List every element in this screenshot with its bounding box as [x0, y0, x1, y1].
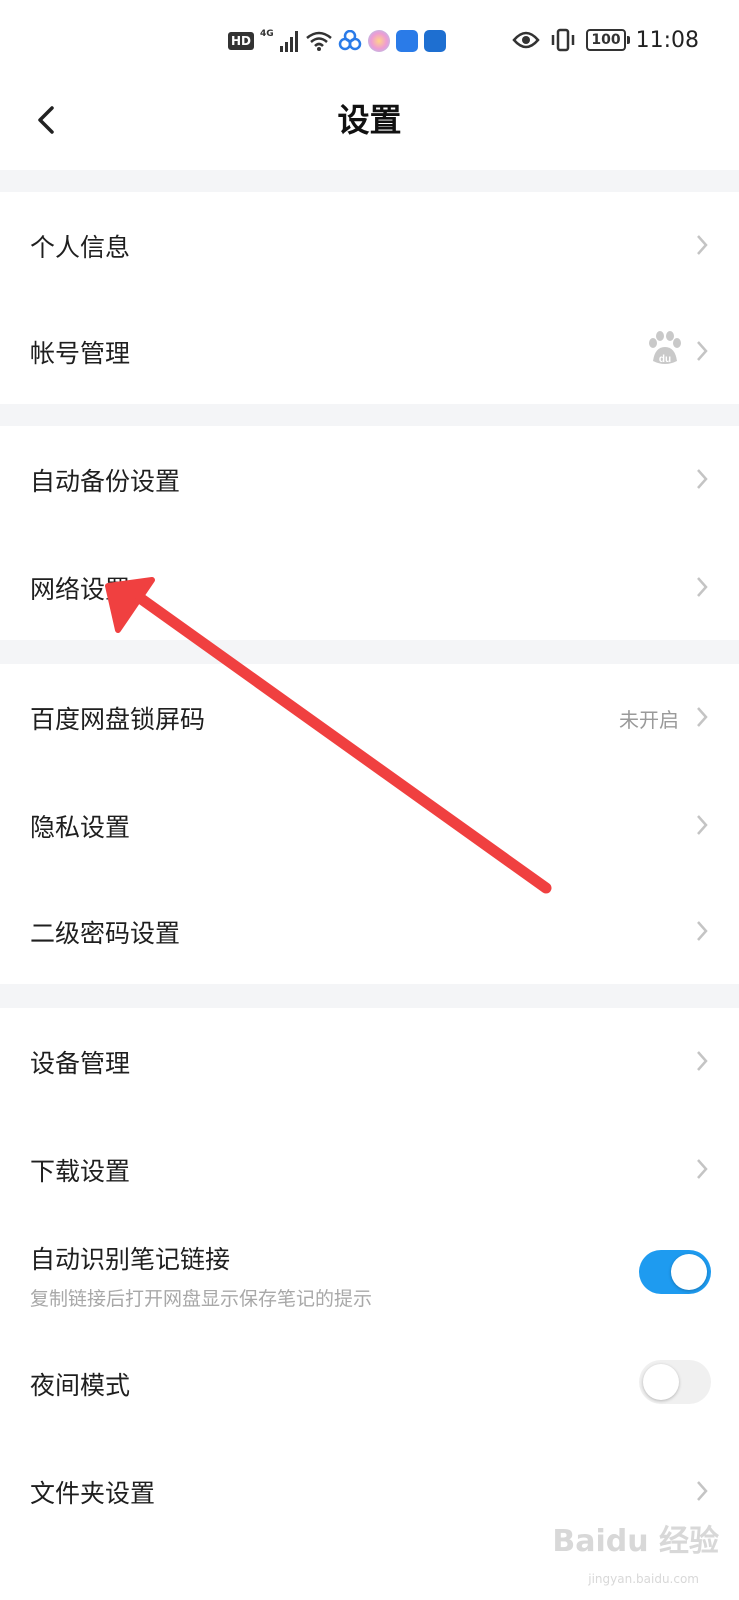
- weather-app-icon: [423, 30, 446, 52]
- vibrate-icon: [552, 28, 575, 52]
- baidu-netdisk-app-icon: [338, 30, 361, 51]
- settings-item-network[interactable]: 网络设置: [0, 532, 739, 640]
- settings-item-night-mode: 夜间模式: [0, 1330, 739, 1436]
- chevron-right-icon: [697, 1481, 708, 1501]
- chevron-right-icon: [697, 1051, 708, 1071]
- settings-item-device-management[interactable]: 设备管理: [0, 1008, 739, 1114]
- wifi-icon: [305, 31, 332, 51]
- header: 设置: [0, 80, 739, 170]
- baidu-jingyan-watermark: Baidu 经验: [552, 1524, 719, 1559]
- settings-item-label: 自动备份设置: [30, 467, 181, 496]
- battery-icon: 100: [586, 29, 630, 51]
- settings-item-label: 夜间模式: [30, 1371, 131, 1400]
- settings-item-label: 百度网盘锁屏码: [30, 705, 206, 734]
- settings-item-privacy[interactable]: 隐私设置: [0, 770, 739, 878]
- settings-item-label: 自动识别笔记链接: [30, 1245, 231, 1274]
- settings-item-label: 二级密码设置: [30, 919, 181, 948]
- signal-icon: [279, 31, 298, 52]
- settings-item-label: 下载设置: [30, 1157, 131, 1186]
- section-separator: [0, 640, 739, 664]
- clock: 11:08: [635, 27, 699, 53]
- watermark-url: jingyan.baidu.com: [588, 1572, 699, 1586]
- status-icons-left: HD 4G: [228, 27, 446, 55]
- chevron-right-icon: [697, 707, 708, 727]
- night-mode-toggle[interactable]: [639, 1360, 711, 1404]
- settings-item-label: 隐私设置: [30, 813, 131, 842]
- settings-item-lock-screen-code[interactable]: 百度网盘锁屏码 未开启: [0, 664, 739, 770]
- status-icons-right: 100 11:08: [512, 24, 699, 56]
- gradient-app-icon: [367, 30, 390, 52]
- network-type: 4G: [260, 29, 274, 39]
- toggle-knob: [643, 1364, 679, 1400]
- settings-item-label: 文件夹设置: [30, 1479, 156, 1508]
- note-link-toggle[interactable]: [639, 1250, 711, 1294]
- section-separator: [0, 170, 739, 192]
- settings-item-auto-backup[interactable]: 自动备份设置: [0, 426, 739, 532]
- chevron-right-icon: [697, 341, 708, 361]
- section-separator: [0, 984, 739, 1008]
- svg-text:du: du: [659, 354, 671, 365]
- baidu-paw-icon: du: [649, 331, 681, 365]
- status-bar: HD 4G 100 11:08: [0, 0, 739, 80]
- hd-icon: HD: [228, 32, 255, 50]
- eye-icon: [512, 31, 541, 49]
- chevron-right-icon: [697, 235, 708, 255]
- settings-item-label: 设备管理: [30, 1049, 131, 1078]
- chevron-right-icon: [697, 815, 708, 835]
- chevron-right-icon: [697, 577, 708, 597]
- settings-item-label: 个人信息: [30, 233, 131, 262]
- chevron-right-icon: [697, 921, 708, 941]
- settings-item-secondary-password[interactable]: 二级密码设置: [0, 878, 739, 984]
- settings-item-note-link-detection: 自动识别笔记链接 复制链接后打开网盘显示保存笔记的提示: [0, 1222, 739, 1330]
- lock-screen-status: 未开启: [619, 708, 679, 732]
- settings-item-download[interactable]: 下载设置: [0, 1114, 739, 1222]
- settings-item-label: 网络设置: [30, 575, 131, 604]
- chevron-right-icon: [697, 1159, 708, 1179]
- section-separator: [0, 404, 739, 426]
- settings-item-personal-info[interactable]: 个人信息: [0, 192, 739, 298]
- toggle-knob: [671, 1254, 707, 1290]
- settings-item-description: 复制链接后打开网盘显示保存笔记的提示: [30, 1288, 373, 1310]
- page-title: 设置: [337, 101, 402, 139]
- chevron-right-icon: [697, 469, 708, 489]
- settings-item-account-management[interactable]: 帐号管理 du: [0, 298, 739, 404]
- cloud-app-icon: [395, 30, 418, 52]
- settings-item-label: 帐号管理: [30, 339, 131, 368]
